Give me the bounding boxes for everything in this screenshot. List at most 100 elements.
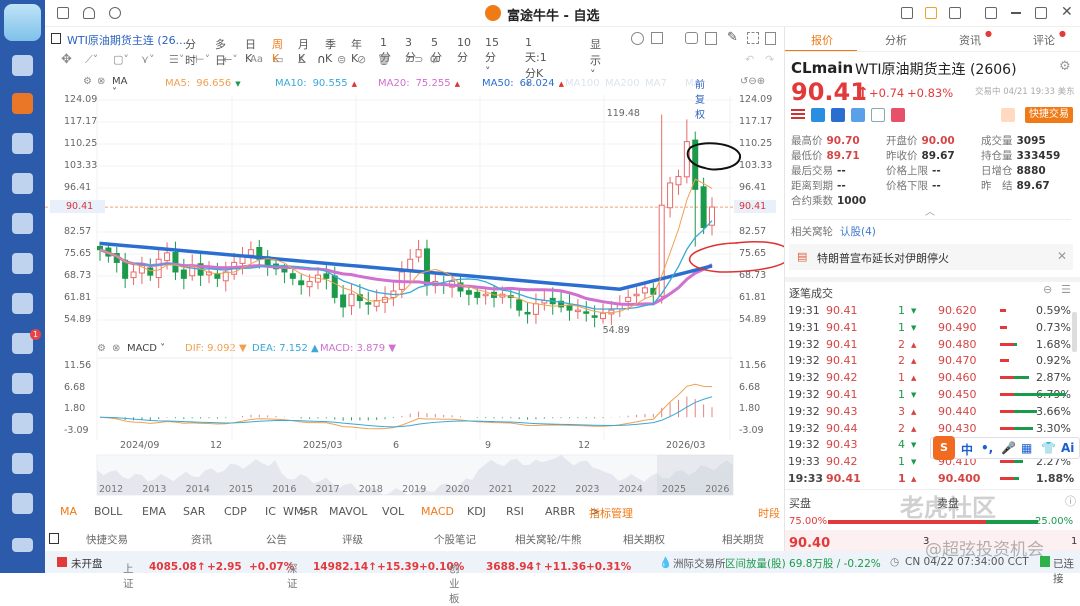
tick-cell[interactable]: 90.480 (938, 338, 977, 351)
stat-value[interactable]: 89.67 (922, 150, 955, 162)
tick-cell[interactable]: 19:33 (788, 472, 823, 485)
bottom-tab[interactable]: 相关窝轮/牛熊 (515, 532, 582, 547)
macd-tick-right[interactable]: 1.80 (739, 403, 760, 414)
macd-tick-right[interactable]: -3.09 (739, 425, 764, 436)
navigator-tick[interactable]: 2016 (272, 484, 296, 495)
price-tick-right[interactable]: 82.57 (739, 226, 766, 237)
date-tick[interactable]: 2026/03 (666, 440, 705, 451)
tick-cell[interactable]: 90.42 (826, 455, 858, 468)
stat-value[interactable]: 89.67 (1017, 180, 1050, 192)
tick-bar-red[interactable] (1000, 342, 1014, 346)
tick-cell[interactable]: 0.92% (1036, 354, 1071, 367)
navigator-tick[interactable]: 2021 (489, 484, 513, 495)
menu-icon[interactable] (12, 538, 33, 552)
date-tick[interactable]: 6 (393, 440, 399, 451)
bottom-tab[interactable]: 公告 (266, 532, 287, 547)
macd-tick-left[interactable]: 1.80 (64, 403, 85, 414)
stat-value[interactable]: -- (837, 180, 846, 192)
index-name[interactable]: 上证 (123, 561, 134, 591)
macd-tick-left[interactable]: -3.09 (64, 425, 89, 436)
price-tick-right[interactable]: 103.33 (739, 160, 772, 171)
tick-cell[interactable]: 1 (898, 304, 905, 317)
tick-cell[interactable]: 1 (898, 472, 906, 485)
low-label[interactable]: 54.89 (603, 325, 630, 336)
indicator-tab[interactable]: MAVOL (329, 505, 367, 518)
chart-badge-icon[interactable] (831, 108, 845, 122)
more-icon[interactable]: ⊖ (1043, 283, 1052, 296)
quote-tab[interactable]: 报价 (811, 32, 833, 48)
index-chg[interactable]: +2.95 (207, 561, 242, 573)
favorite-icon[interactable] (891, 108, 905, 122)
index-value[interactable]: 14982.14↑ (313, 561, 377, 573)
tick-cell[interactable]: 0.73% (1036, 321, 1071, 334)
navigator-tick[interactable]: 2019 (402, 484, 426, 495)
tick-cell[interactable]: 4 (898, 438, 905, 451)
stat-label[interactable]: 持仓量 (981, 150, 1013, 162)
coupon-icon[interactable] (925, 7, 937, 19)
bottom-tab[interactable]: 相关期货 (722, 532, 764, 547)
stat-value[interactable]: 90.70 (827, 135, 860, 147)
alert-icon[interactable] (1001, 108, 1015, 122)
indicator-tab[interactable]: RSI (506, 505, 524, 518)
index-name[interactable]: 深证 (287, 561, 298, 591)
tick-bar-green[interactable] (1014, 393, 1066, 396)
tick-bar-green[interactable] (1014, 460, 1023, 464)
tick-cell[interactable]: 90.44 (826, 422, 858, 435)
tick-row[interactable]: 19:31 90.41 1 ▼ 90.490 0.73% (788, 320, 1073, 337)
tick-cell[interactable]: 3.66% (1036, 405, 1071, 418)
stat-value[interactable]: 333459 (1017, 150, 1061, 162)
price-tick-right[interactable]: 110.25 (739, 138, 772, 149)
last-price-tag-left[interactable]: 90.41 (50, 200, 106, 214)
tick-cell[interactable]: 90.430 (938, 422, 977, 435)
ime-item[interactable]: 🎤 (1001, 441, 1016, 455)
index-value[interactable]: 4085.08↑ (149, 561, 206, 573)
tick-cell[interactable]: 90.41 (826, 338, 858, 351)
price-tick-right[interactable]: 75.65 (739, 248, 766, 259)
date-tick[interactable]: 9 (485, 440, 491, 451)
indicator-tab[interactable]: MA (60, 505, 77, 518)
ime-item[interactable]: Ai (1061, 441, 1074, 455)
navigator-tick[interactable]: 2022 (532, 484, 556, 495)
price-tick-left[interactable]: 68.73 (64, 270, 91, 281)
tick-cell[interactable]: 90.490 (938, 321, 977, 334)
news-close-icon[interactable]: ✕ (1057, 249, 1067, 263)
tick-cell[interactable]: 19:33 (788, 455, 820, 468)
stat-item[interactable]: 最低价 89.71 (791, 148, 860, 163)
macd-tick-right[interactable]: 6.68 (739, 382, 760, 393)
stat-item[interactable]: 价格上限 -- (886, 163, 941, 178)
headset-icon[interactable] (901, 7, 913, 19)
price-tick-left[interactable]: 75.65 (64, 248, 91, 259)
stat-label[interactable]: 最低价 (791, 150, 823, 162)
bottom-tab[interactable]: 快捷交易 (86, 532, 128, 547)
tick-row[interactable]: 19:31 90.41 1 ▼ 90.620 0.59% (788, 303, 1073, 320)
kline-chart[interactable] (0, 0, 784, 500)
tick-cell[interactable]: ▲ (911, 408, 916, 416)
tick-cell[interactable]: 90.41 (826, 304, 858, 317)
maximize-icon[interactable] (1035, 7, 1047, 19)
tick-bar-green[interactable] (1014, 342, 1017, 346)
related-link[interactable]: 认股(4) (840, 224, 876, 239)
unread-dot[interactable]: ● (985, 29, 992, 38)
tick-cell[interactable]: 19:32 (788, 371, 820, 384)
stat-value[interactable]: 90.00 (922, 135, 955, 147)
flash-icon[interactable] (811, 108, 825, 122)
tick-cell[interactable]: 1.88% (1036, 472, 1074, 485)
tick-cell[interactable]: ▲ (911, 357, 916, 365)
tick-cell[interactable]: 19:32 (788, 422, 820, 435)
indicator-tab[interactable]: CDP (224, 505, 247, 518)
indicator-tab[interactable]: ARBR (545, 505, 575, 518)
tick-cell[interactable]: ▲ (911, 425, 916, 433)
tick-cell[interactable]: ▲ (911, 475, 916, 483)
stat-item[interactable]: 最高价 90.70 (791, 133, 860, 148)
navigator-tick[interactable]: 2026 (705, 484, 729, 495)
navigator-tick[interactable]: 2013 (142, 484, 166, 495)
close-icon[interactable]: ✕ (1061, 4, 1073, 20)
navigator-tick[interactable]: 2025 (662, 484, 686, 495)
date-tick[interactable]: 2024/09 (120, 440, 159, 451)
sogou-logo[interactable]: S (933, 436, 955, 460)
price-tick-left[interactable]: 82.57 (64, 226, 91, 237)
tick-cell[interactable]: 90.400 (938, 472, 980, 485)
info-icon[interactable]: ⓘ (1065, 493, 1076, 509)
price-tick-right[interactable]: 68.73 (739, 270, 766, 281)
tick-cell[interactable]: 2 (898, 422, 905, 435)
